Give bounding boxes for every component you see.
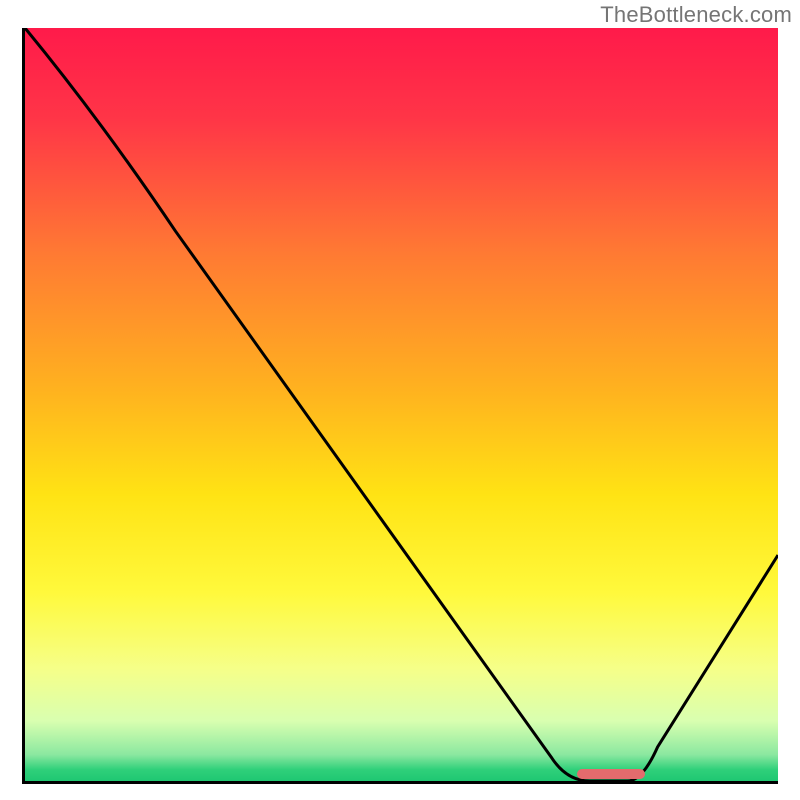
bottleneck-curve — [25, 28, 778, 781]
optimal-marker — [577, 769, 645, 779]
plot-area — [22, 28, 778, 784]
watermark-text: TheBottleneck.com — [600, 2, 792, 28]
chart-container: TheBottleneck.com — [0, 0, 800, 800]
curve-path — [25, 28, 778, 781]
